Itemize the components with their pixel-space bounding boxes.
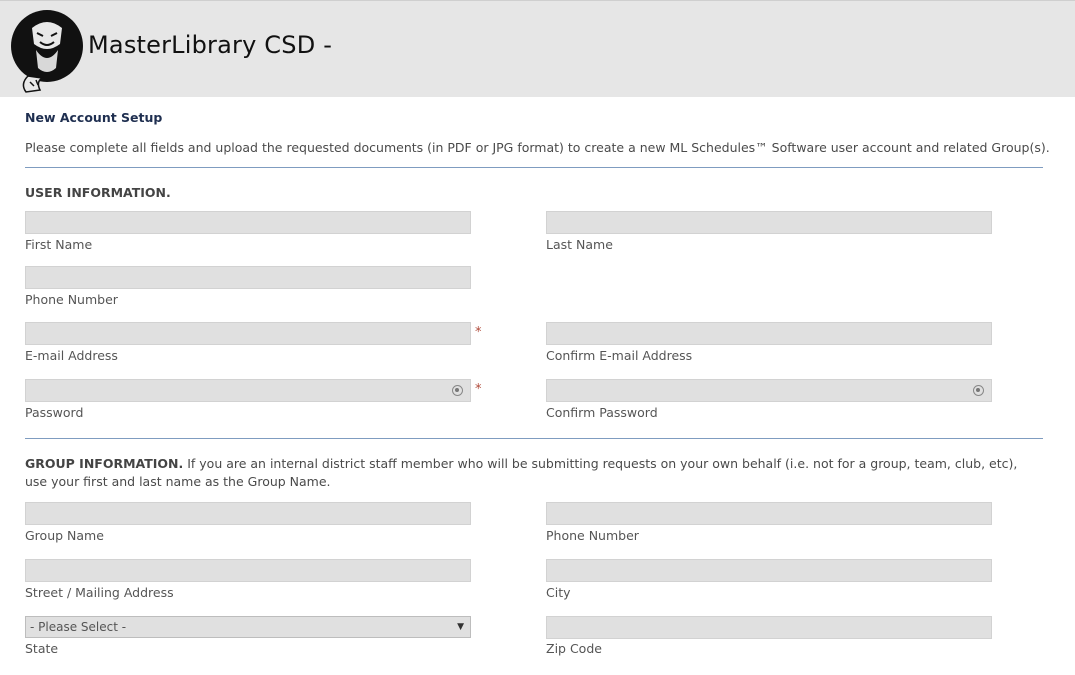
- page-title: New Account Setup: [25, 110, 163, 125]
- user-section-title: USER INFORMATION.: [25, 185, 171, 200]
- section-divider: [25, 167, 1043, 168]
- show-password-icon[interactable]: [973, 385, 984, 396]
- password-label: Password: [25, 405, 84, 420]
- email-input[interactable]: [25, 322, 471, 345]
- phone-label: Phone Number: [25, 292, 118, 307]
- required-marker: *: [475, 325, 482, 340]
- site-title: MasterLibrary CSD -: [88, 31, 333, 59]
- last-name-input[interactable]: [546, 211, 992, 234]
- confirm-email-input[interactable]: [546, 322, 992, 345]
- password-input[interactable]: [25, 379, 471, 402]
- group-name-input[interactable]: [25, 502, 471, 525]
- zip-code-input[interactable]: [546, 616, 992, 639]
- zip-code-label: Zip Code: [546, 641, 602, 656]
- city-input[interactable]: [546, 559, 992, 582]
- chevron-down-icon: ▼: [457, 622, 464, 632]
- group-phone-input[interactable]: [546, 502, 992, 525]
- city-label: City: [546, 585, 571, 600]
- street-address-label: Street / Mailing Address: [25, 585, 174, 600]
- confirm-email-label: Confirm E-mail Address: [546, 348, 693, 363]
- last-name-label: Last Name: [546, 237, 613, 252]
- state-selected-value: - Please Select -: [30, 620, 127, 634]
- group-section-title: GROUP INFORMATION. If you are an interna…: [25, 456, 1018, 489]
- state-select[interactable]: - Please Select - ▼: [25, 616, 471, 638]
- section-divider: [25, 438, 1043, 439]
- confirm-password-input[interactable]: [546, 379, 992, 402]
- show-password-icon[interactable]: [452, 385, 463, 396]
- site-header: MasterLibrary CSD -: [0, 0, 1075, 97]
- group-phone-label: Phone Number: [546, 528, 639, 543]
- confirm-password-label: Confirm Password: [546, 405, 658, 420]
- required-marker: *: [475, 382, 482, 397]
- panther-logo-icon: [11, 10, 83, 93]
- email-label: E-mail Address: [25, 348, 118, 363]
- first-name-input[interactable]: [25, 211, 471, 234]
- first-name-label: First Name: [25, 237, 93, 252]
- intro-text: Please complete all fields and upload th…: [25, 140, 1050, 155]
- group-name-label: Group Name: [25, 528, 104, 543]
- phone-input[interactable]: [25, 266, 471, 289]
- state-label: State: [25, 641, 59, 656]
- street-address-input[interactable]: [25, 559, 471, 582]
